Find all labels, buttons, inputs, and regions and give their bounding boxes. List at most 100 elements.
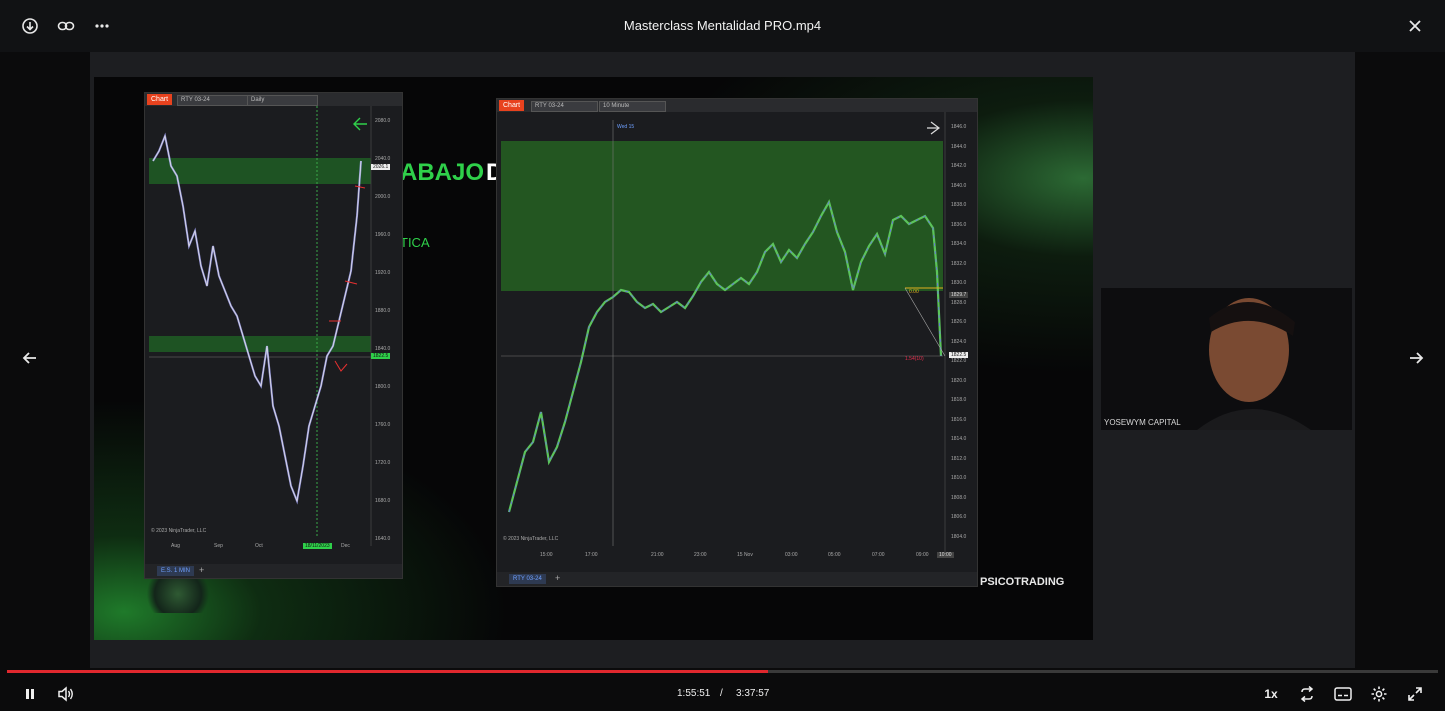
price-label: 1808.0 <box>951 494 967 501</box>
chart-footer-left: E.S. 1 MIN + <box>145 564 402 578</box>
price-label: 1760.0 <box>375 422 391 428</box>
price-label: 1920.0 <box>375 270 391 276</box>
gear-icon <box>1371 686 1387 702</box>
add-tab-icon[interactable]: + <box>555 573 560 583</box>
current-price-upper-left: 2026.1 <box>371 164 391 170</box>
price-label: 1828.0 <box>951 299 967 306</box>
price-label: 1836.0 <box>951 221 967 228</box>
time-highlight-right: 10:00 <box>937 552 954 558</box>
time-separator: / <box>720 688 723 699</box>
date-label: Oct <box>255 543 263 549</box>
time-label: 05:00 <box>828 552 841 558</box>
time-axis-right: 15:00 17:00 21:00 23:00 15 Nov 03:00 05:… <box>497 552 957 560</box>
price-label: 1816.0 <box>951 416 967 423</box>
price-label: 1818.0 <box>951 397 967 403</box>
arrow-left-icon[interactable] <box>18 347 42 369</box>
add-tab-icon[interactable]: + <box>199 565 204 575</box>
video-title: Masterclass Mentalidad PRO.mp4 <box>623 18 822 33</box>
slide-subtext-fragment: TICA <box>400 235 430 250</box>
slide-logo <box>144 575 212 613</box>
marker-upper-right: 0.00 <box>909 289 919 295</box>
loop-button[interactable] <box>1294 684 1320 704</box>
arrow-right-icon[interactable] <box>1404 347 1428 369</box>
price-label: 1822.0 <box>951 358 967 364</box>
date-label: Sep <box>214 543 223 549</box>
presenter-avatar <box>1101 288 1352 430</box>
current-time: 1:55:51 <box>677 688 711 699</box>
price-chart-right[interactable] <box>497 112 977 562</box>
chart-copyright-right: © 2023 NinjaTrader, LLC <box>503 536 559 542</box>
price-label: 1960.0 <box>375 232 391 238</box>
price-label: 1820.0 <box>951 377 967 384</box>
timeframe-select-right[interactable]: 10 Minute <box>599 101 666 112</box>
progress-bar[interactable] <box>7 670 1438 673</box>
price-label: 1880.0 <box>375 308 391 314</box>
chart-footer-right: RTY 03-24 + <box>497 572 977 586</box>
chart-window-right: Chart RTY 03-24 10 Minute Wed 15 1846.0 … <box>496 98 978 587</box>
price-label: 1832.0 <box>951 260 967 267</box>
price-label: 1838.0 <box>951 202 967 208</box>
date-axis-left: Aug Sep Oct Dec 18/11/2023 <box>145 543 371 551</box>
time-label: 15 Nov <box>737 552 753 558</box>
price-chart-left[interactable] <box>145 106 402 562</box>
time-label: 03:00 <box>785 552 798 558</box>
date-label: Dec <box>341 543 350 549</box>
price-label: 1640.0 <box>375 536 391 542</box>
price-label: 1840.0 <box>375 346 391 352</box>
price-label: 1824.0 <box>951 338 967 345</box>
expand-icon <box>1408 687 1422 701</box>
price-label: 1840.0 <box>951 182 967 189</box>
price-label: 1804.0 <box>951 533 967 540</box>
price-label: 1806.0 <box>951 514 967 520</box>
close-icon[interactable] <box>1402 13 1428 39</box>
price-label: 1680.0 <box>375 498 391 504</box>
timeframe-select-left[interactable]: Daily <box>247 95 318 106</box>
chart-footer-tab-right[interactable]: RTY 03-24 <box>509 574 546 584</box>
chart-tab-right[interactable]: Chart <box>499 100 525 111</box>
price-label: 1826.0 <box>951 319 967 325</box>
slide-bottom-label-2: PSICOTRADING <box>980 576 1065 588</box>
chart-header-left: Chart RTY 03-24 Daily <box>145 93 402 106</box>
settings-button[interactable] <box>1366 684 1392 704</box>
progress-fill <box>7 670 769 673</box>
price-label: 1844.0 <box>951 143 967 150</box>
price-label: 1800.0 <box>375 384 391 390</box>
price-label: 1842.0 <box>951 163 967 169</box>
price-label: 1814.0 <box>951 436 967 442</box>
volume-button[interactable] <box>53 684 79 704</box>
chart-copyright-left: © 2023 NinjaTrader, LLC <box>151 528 207 534</box>
captions-button[interactable] <box>1330 684 1356 704</box>
price-label: 1810.0 <box>951 475 967 481</box>
volume-icon <box>58 686 73 702</box>
pause-button[interactable] <box>17 684 43 704</box>
current-price-lower-left: 1822.5 <box>371 353 391 359</box>
current-price-lower-right: 1822.5 <box>949 352 969 358</box>
price-label: 1720.0 <box>375 460 391 466</box>
captions-icon <box>1334 687 1352 701</box>
fullscreen-button[interactable] <box>1402 684 1428 704</box>
playback-speed-button[interactable]: 1x <box>1258 684 1284 704</box>
chart-tab-left[interactable]: Chart <box>147 94 173 105</box>
time-label: 07:00 <box>872 552 885 558</box>
chart-header-right: Chart RTY 03-24 10 Minute <box>497 99 977 112</box>
price-label: 1812.0 <box>951 455 967 462</box>
webcam-overlay: YOSEWYM CAPITAL <box>1101 288 1352 430</box>
time-label: 09:00 <box>916 552 929 558</box>
price-label: 2080.0 <box>375 118 391 124</box>
instrument-select-right[interactable]: RTY 03-24 <box>531 101 598 112</box>
price-label: 1846.0 <box>951 124 967 130</box>
date-highlight-left: 18/11/2023 <box>303 543 332 549</box>
chart-footer-tab-left[interactable]: E.S. 1 MIN <box>157 566 195 576</box>
price-label: 1834.0 <box>951 241 967 247</box>
price-label: 1830.0 <box>951 280 967 286</box>
time-label: 15:00 <box>540 552 553 558</box>
slide-heading-fragment: ABAJO <box>400 159 485 186</box>
instrument-select-left[interactable]: RTY 03-24 <box>177 95 248 106</box>
cursor-label-right: Wed 15 <box>617 124 635 130</box>
date-label: Aug <box>171 543 180 549</box>
chart-window-left: Chart RTY 03-24 Daily 2080.0 2040.0 2000… <box>144 92 403 579</box>
duration: 3:37:57 <box>736 688 770 699</box>
marker-lower-right: 1.54(10) <box>905 356 924 362</box>
current-price-upper-right: 1829.7 <box>949 292 969 298</box>
price-label: 2040.0 <box>375 156 391 162</box>
